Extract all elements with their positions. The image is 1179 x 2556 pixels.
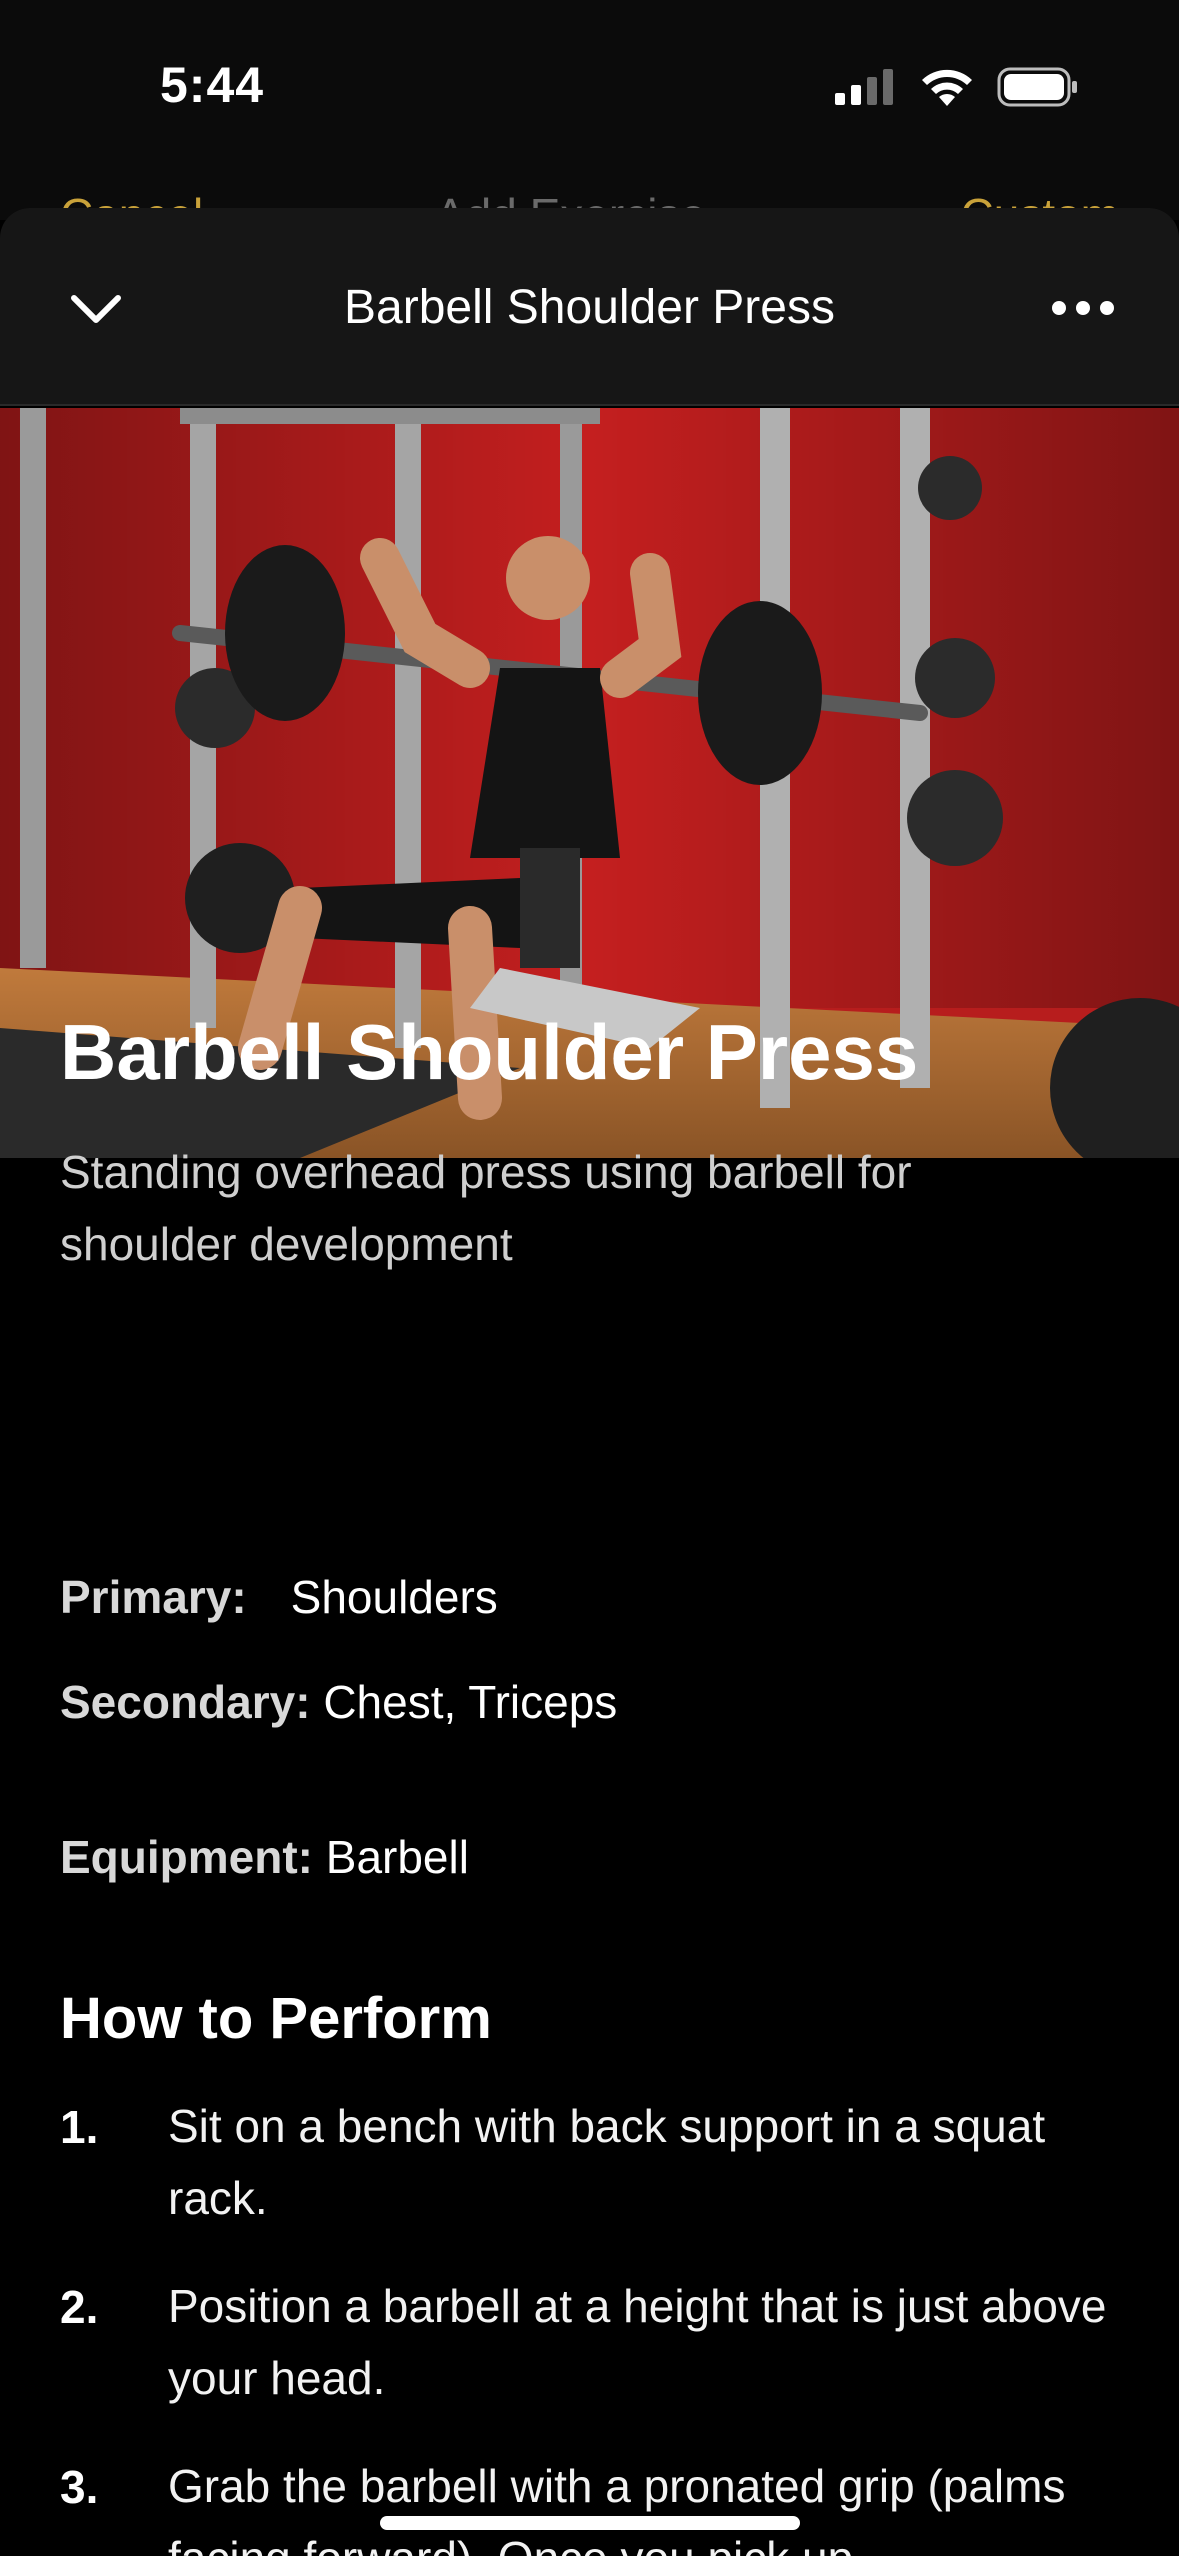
exercise-content: Barbell Shoulder Press Standing overhead… — [60, 1008, 1120, 2556]
cellular-signal-icon — [833, 67, 897, 112]
step-number: 2. — [60, 2281, 99, 2333]
step-text: Position a barbell at a height that is j… — [168, 2280, 1107, 2404]
primary-muscle-row: Primary: Shoulders — [60, 1570, 498, 1624]
instruction-step: 1. Sit on a bench with back support in a… — [60, 2090, 1120, 2234]
ellipsis-icon — [1051, 300, 1115, 321]
status-icons — [833, 66, 1079, 113]
sheet-title: Barbell Shoulder Press — [344, 281, 835, 334]
sheet-nav-bar: Barbell Shoulder Press — [0, 208, 1179, 406]
instruction-steps: 1. Sit on a bench with back support in a… — [60, 2090, 1120, 2556]
step-number: 3. — [60, 2461, 99, 2513]
secondary-muscle-row: Secondary: Chest, Triceps — [60, 1675, 617, 1729]
step-text: Grab the barbell with a pronated grip (p… — [168, 2460, 1066, 2556]
equipment-value: Barbell — [325, 1831, 469, 1883]
step-number: 1. — [60, 2101, 99, 2153]
step-text: Sit on a bench with back support in a sq… — [168, 2100, 1046, 2224]
exercise-detail-sheet: Barbell Shoulder Press Barbell Shoulder … — [0, 208, 1179, 2556]
secondary-value: Chest, Triceps — [323, 1676, 618, 1728]
how-to-title: How to Perform — [60, 1986, 492, 2051]
instruction-step: 2. Position a barbell at a height that i… — [60, 2270, 1120, 2414]
battery-icon — [997, 66, 1079, 113]
equipment-row: Equipment: Barbell — [60, 1830, 469, 1884]
more-options-button[interactable] — [1047, 274, 1119, 346]
home-indicator[interactable] — [380, 2516, 800, 2530]
equipment-label: Equipment: — [60, 1831, 313, 1883]
instruction-step: 3. Grab the barbell with a pronated grip… — [60, 2450, 1120, 2556]
status-time: 5:44 — [160, 57, 265, 113]
wifi-icon — [919, 66, 975, 113]
secondary-label: Secondary: — [60, 1676, 311, 1728]
exercise-description: Standing overhead press using barbell fo… — [60, 1145, 912, 1270]
primary-label: Primary: — [60, 1571, 247, 1623]
exercise-name: Barbell Shoulder Press — [60, 1008, 919, 1096]
status-bar: 5:44 — [0, 0, 1179, 180]
primary-value: Shoulders — [290, 1571, 498, 1623]
